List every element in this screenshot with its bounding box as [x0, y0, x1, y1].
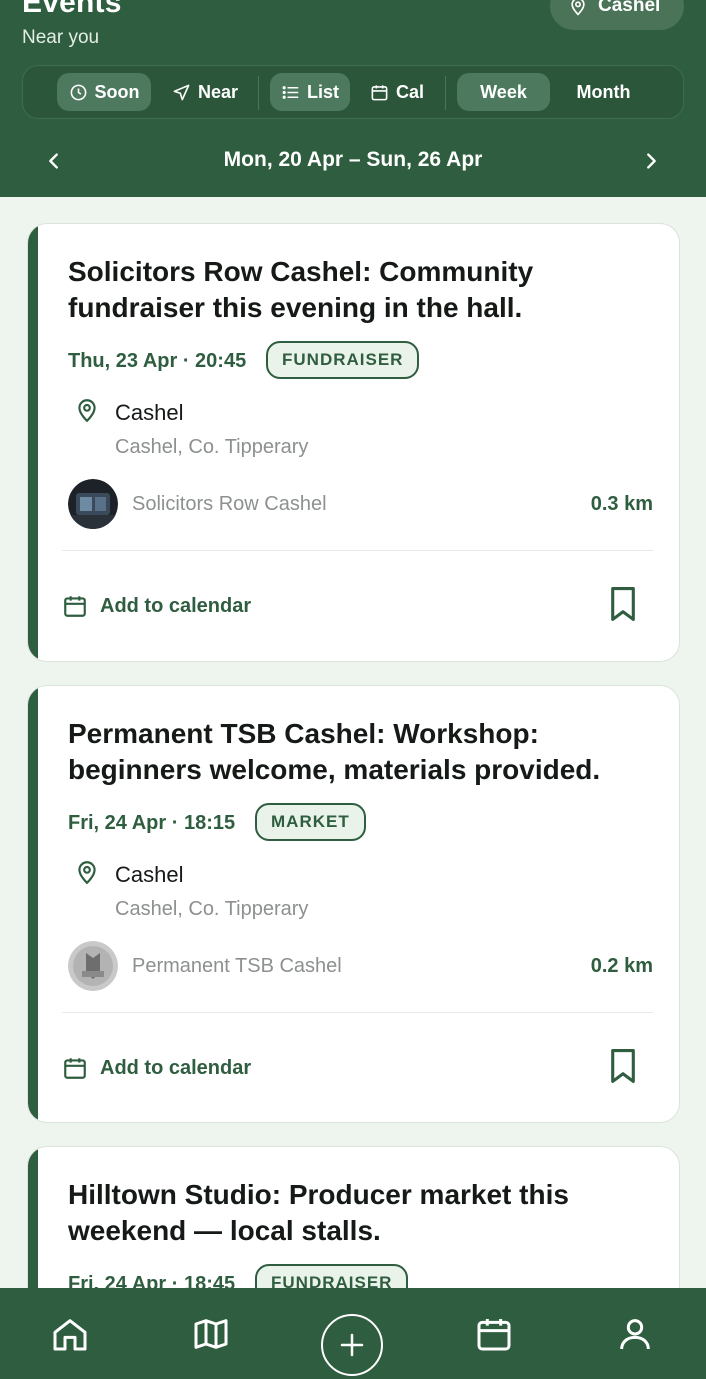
- range-month[interactable]: Month: [557, 73, 650, 111]
- calendar-icon: [371, 84, 388, 100]
- view-calendar[interactable]: Cal: [360, 73, 434, 111]
- filter-divider: [445, 76, 446, 110]
- filter-near-label: Near: [197, 81, 239, 102]
- organizer-name: Permanent TSB Cashel: [132, 955, 342, 977]
- event-place: Cashel: [115, 400, 184, 425]
- filter-soon-label: Soon: [94, 81, 140, 102]
- app-header: Events Near you Cashel Soon Near List Ca…: [0, 0, 706, 197]
- location-pin-icon: [78, 399, 96, 423]
- event-place: Cashel: [115, 862, 184, 887]
- map-icon: [194, 1319, 228, 1349]
- event-distance: 0.3 km: [590, 493, 653, 515]
- page-title: Events: [22, 0, 122, 19]
- event-datetime: Thu, 23 Apr · 20:45: [68, 350, 247, 372]
- range-month-label: Month: [576, 81, 631, 102]
- organizer-avatar: [68, 941, 118, 991]
- nav-home[interactable]: [48, 1312, 92, 1356]
- filter-near[interactable]: Near: [163, 73, 247, 111]
- next-week-button[interactable]: [636, 146, 666, 176]
- add-to-calendar-label: Add to calendar: [100, 1056, 252, 1079]
- view-calendar-label: Cal: [395, 81, 424, 102]
- week-navigator: Mon, 20 Apr – Sun, 26 Apr: [0, 138, 706, 184]
- card-divider: [62, 1012, 653, 1013]
- location-label: Cashel: [598, 0, 661, 16]
- nav-profile[interactable]: [613, 1312, 657, 1356]
- event-address: Cashel, Co. Tipperary: [115, 898, 309, 920]
- range-week[interactable]: Week: [457, 73, 550, 111]
- clock-icon: [70, 84, 86, 100]
- event-datetime: Fri, 24 Apr · 18:15: [68, 812, 236, 834]
- card-divider: [62, 550, 653, 551]
- event-address: Cashel, Co. Tipperary: [115, 436, 309, 458]
- calendar-icon: [477, 1319, 511, 1351]
- filter-divider: [258, 76, 259, 110]
- event-distance: 0.2 km: [590, 955, 653, 977]
- filter-soon[interactable]: Soon: [57, 73, 151, 111]
- profile-icon: [620, 1319, 650, 1350]
- location-pin-icon: [78, 861, 96, 885]
- nav-map[interactable]: [189, 1312, 233, 1356]
- nav-calendar[interactable]: [472, 1312, 516, 1356]
- event-card[interactable]: Solicitors Row Cashel: Community fundrai…: [27, 223, 680, 662]
- event-category-tag: FUNDRAISER: [266, 341, 420, 379]
- location-pin-icon: [571, 0, 585, 16]
- event-title: Solicitors Row Cashel: Community fundrai…: [68, 256, 534, 323]
- event-category-tag: MARKET: [255, 803, 366, 841]
- calendar-icon: [64, 1058, 86, 1079]
- organizer-name: Solicitors Row Cashel: [132, 493, 327, 515]
- bookmark-icon[interactable]: [607, 1048, 639, 1084]
- calendar-icon: [64, 596, 86, 617]
- add-to-calendar-button[interactable]: Add to calendar: [62, 588, 251, 624]
- bottom-navigation: [0, 1288, 706, 1379]
- view-list[interactable]: List: [270, 73, 350, 111]
- add-to-calendar-button[interactable]: Add to calendar: [62, 1050, 251, 1086]
- add-to-calendar-label: Add to calendar: [100, 594, 252, 617]
- home-icon: [53, 1319, 87, 1351]
- organizer-avatar: [68, 479, 118, 529]
- event-card[interactable]: Permanent TSB Cashel: Workshop: beginner…: [27, 685, 680, 1123]
- add-circle-icon: [340, 1333, 364, 1357]
- list-icon: [282, 85, 299, 99]
- filter-bar: Soon Near List Cal Week Month: [22, 65, 684, 119]
- page-subtitle: Near you: [22, 27, 100, 48]
- range-week-label: Week: [480, 81, 527, 102]
- nav-add-event[interactable]: [321, 1314, 383, 1376]
- event-title: Hilltown Studio: Producer market this we…: [68, 1179, 569, 1246]
- event-title: Permanent TSB Cashel: Workshop: beginner…: [68, 718, 601, 785]
- week-range-label: Mon, 20 Apr – Sun, 26 Apr: [223, 148, 483, 171]
- location-button[interactable]: Cashel: [550, 0, 684, 30]
- navigation-arrow-icon: [173, 84, 190, 100]
- view-list-label: List: [306, 81, 339, 102]
- chevron-right-icon: [647, 153, 656, 169]
- bookmark-icon[interactable]: [607, 586, 639, 622]
